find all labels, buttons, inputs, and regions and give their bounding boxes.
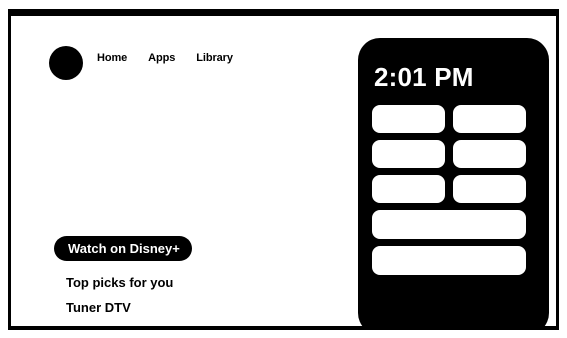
nav-item-library[interactable]: Library: [196, 52, 233, 64]
quick-tile-wide-1[interactable]: [372, 210, 526, 239]
quick-tile-6[interactable]: [453, 175, 526, 203]
clock-time: 2:01 PM: [374, 62, 474, 92]
quick-tile-1[interactable]: [372, 105, 445, 133]
quick-tile-4[interactable]: [453, 140, 526, 168]
nav-item-home[interactable]: Home: [97, 52, 127, 64]
top-nav: Home Apps Library: [97, 52, 233, 64]
quick-tile-2[interactable]: [453, 105, 526, 133]
row-tuner-dtv[interactable]: Tuner DTV: [66, 300, 131, 315]
tv-screen-frame: Home Apps Library Watch on Disney+ Top p…: [8, 9, 559, 330]
profile-avatar[interactable]: [49, 46, 83, 80]
clock-panel: 2:01 PM: [358, 38, 549, 326]
quick-tile-3[interactable]: [372, 140, 445, 168]
quick-tile-5[interactable]: [372, 175, 445, 203]
row-top-picks[interactable]: Top picks for you: [66, 275, 173, 290]
watch-on-disney-button[interactable]: Watch on Disney+: [54, 236, 192, 261]
nav-item-apps[interactable]: Apps: [148, 52, 175, 64]
quick-tile-wide-2[interactable]: [372, 246, 526, 275]
